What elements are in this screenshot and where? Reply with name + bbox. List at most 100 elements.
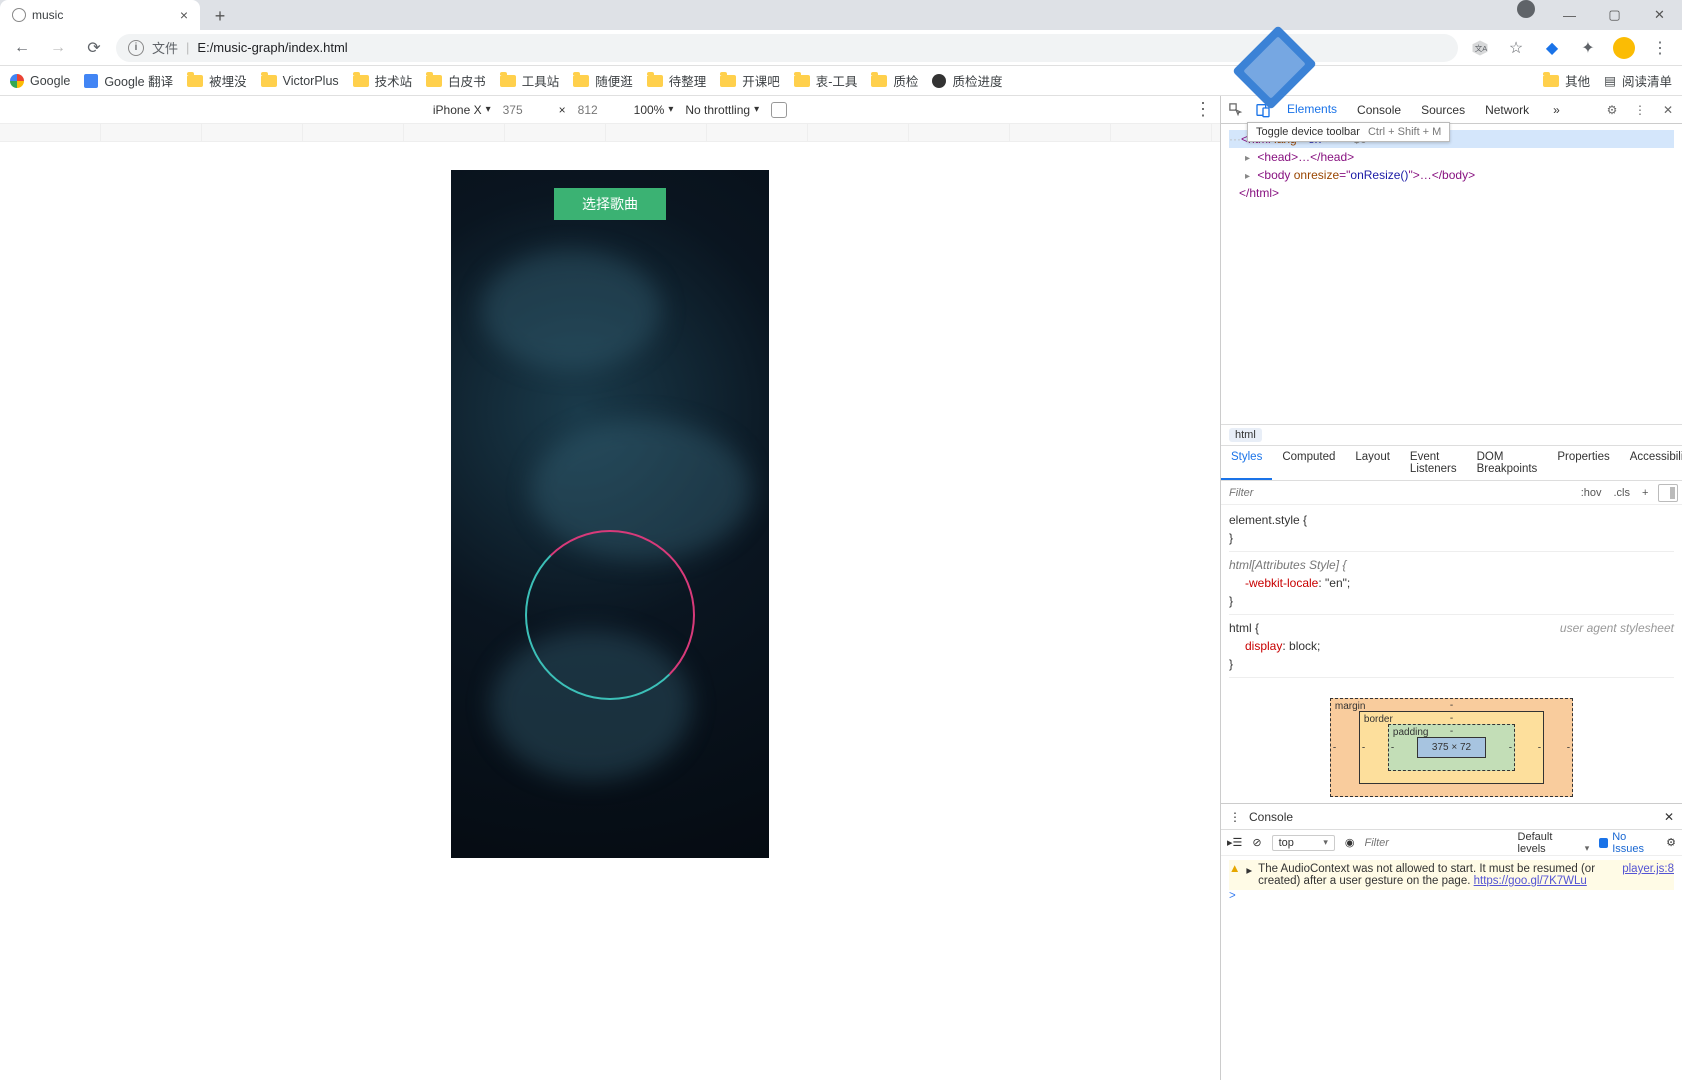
rule-html-attributes[interactable]: html[Attributes Style] { -webkit-locale:… [1229, 556, 1674, 615]
cls-toggle[interactable]: .cls [1608, 487, 1637, 499]
console-output[interactable]: ▲ ▸ The AudioContext was not allowed to … [1221, 856, 1682, 906]
translate-icon[interactable]: 文A [1466, 34, 1494, 62]
close-tab-icon[interactable]: × [180, 7, 188, 23]
zoom-select[interactable]: 100% [634, 103, 674, 117]
tabs-overflow[interactable]: » [1543, 96, 1570, 124]
drawer-tab-console[interactable]: Console [1249, 810, 1293, 824]
tab-elements[interactable]: Elements [1277, 96, 1347, 124]
bookmark-progress[interactable]: 质检进度 [932, 71, 1002, 90]
throttle-select[interactable]: No throttling [685, 103, 759, 117]
emulated-page[interactable]: 选择歌曲 [451, 170, 769, 858]
devtools-settings-icon[interactable]: ⚙ [1598, 96, 1626, 124]
device-width-input[interactable]: 375 [503, 103, 547, 117]
reading-list[interactable]: ▤阅读清单 [1604, 71, 1672, 90]
device-toolbar-menu-icon[interactable]: ⋮ [1194, 99, 1212, 120]
console-warning-row[interactable]: ▲ ▸ The AudioContext was not allowed to … [1229, 860, 1674, 890]
new-tab-button[interactable]: + [208, 4, 232, 28]
device-select[interactable]: iPhone X [433, 103, 491, 117]
bookmark-folder[interactable]: 开课吧 [720, 71, 780, 90]
bookmark-folder[interactable]: 技术站 [353, 71, 413, 90]
svg-text:文A: 文A [1475, 43, 1488, 53]
dom-node-body[interactable]: <body onresize="onResize()">…</body> [1245, 166, 1674, 184]
browser-tab[interactable]: music × [0, 0, 200, 30]
bookmark-folder[interactable]: 被埋没 [187, 71, 247, 90]
device-toolbar: iPhone X 375 × 812 100% No throttling ⋮ [0, 96, 1220, 124]
bookmark-star-icon[interactable]: ☆ [1502, 34, 1530, 62]
chrome-menu-icon[interactable]: ⋮ [1646, 34, 1674, 62]
maximize-button[interactable]: ▢ [1592, 0, 1637, 30]
bookmark-folder[interactable]: 工具站 [500, 71, 560, 90]
warning-doc-link[interactable]: https://goo.gl/7K7WLu [1474, 875, 1587, 887]
console-settings-icon[interactable]: ⚙ [1666, 836, 1676, 849]
devtools-indicator-icon[interactable]: ◆ [1538, 34, 1566, 62]
folder-icon [794, 75, 810, 87]
bookmark-folder[interactable]: 衷-工具 [794, 71, 858, 90]
styles-filter-row: :hov .cls + [1221, 481, 1682, 505]
log-levels-select[interactable]: Default levels [1518, 831, 1590, 855]
translate-bm-icon [84, 74, 98, 88]
bookmark-gtranslate[interactable]: Google 翻译 [84, 71, 173, 90]
tab-network[interactable]: Network [1475, 96, 1539, 124]
stab-computed[interactable]: Computed [1272, 446, 1345, 480]
bookmark-other[interactable]: 其他 [1543, 71, 1590, 90]
folder-icon [573, 75, 589, 87]
console-prompt[interactable]: > [1229, 890, 1674, 902]
devtools-menu-icon[interactable]: ⋮ [1626, 96, 1654, 124]
drawer-close-icon[interactable]: ✕ [1664, 810, 1674, 824]
dom-node-head[interactable]: <head>…</head> [1245, 148, 1674, 166]
bookmark-google[interactable]: Google [10, 74, 70, 88]
tab-console[interactable]: Console [1347, 96, 1411, 124]
back-button[interactable]: ← [8, 34, 36, 62]
minimize-button[interactable]: — [1547, 0, 1592, 30]
styles-filter-input[interactable] [1221, 487, 1575, 499]
bookmark-folder[interactable]: 待整理 [647, 71, 707, 90]
folder-icon [500, 75, 516, 87]
hov-toggle[interactable]: :hov [1575, 487, 1608, 499]
console-context-select[interactable]: top [1272, 835, 1335, 851]
live-expression-icon[interactable]: ◉ [1345, 836, 1355, 849]
avatar[interactable] [1610, 34, 1638, 62]
forward-button[interactable]: → [44, 34, 72, 62]
dom-node-html-close[interactable]: </html> [1239, 184, 1674, 202]
rule-element-style[interactable]: element.style { } [1229, 511, 1674, 552]
console-sidebar-icon[interactable]: ▸☰ [1227, 836, 1242, 849]
inspect-element-icon[interactable] [1221, 96, 1249, 124]
stab-layout[interactable]: Layout [1345, 446, 1400, 480]
bookmark-folder[interactable]: VictorPlus [261, 74, 339, 88]
drawer-menu-icon[interactable]: ⋮ [1229, 810, 1241, 824]
warning-source-link[interactable]: player.js:8 [1622, 863, 1674, 887]
rule-user-agent[interactable]: user agent stylesheet html { display: bl… [1229, 619, 1674, 678]
issues-badge[interactable]: No Issues [1599, 831, 1656, 855]
clear-console-icon[interactable]: ⊘ [1252, 836, 1261, 849]
toggle-sidebar-icon[interactable] [1658, 484, 1678, 502]
rotate-icon[interactable] [771, 102, 787, 118]
dom-breadcrumb[interactable]: html [1221, 424, 1682, 446]
stab-dombreakpoints[interactable]: DOM Breakpoints [1467, 446, 1548, 480]
close-window-button[interactable]: ✕ [1637, 0, 1682, 30]
select-song-button[interactable]: 选择歌曲 [554, 188, 666, 220]
bookmark-folder[interactable]: 质检 [871, 71, 918, 90]
box-model-content: 375 × 72 [1417, 737, 1486, 758]
devtools-close-icon[interactable]: ✕ [1654, 96, 1682, 124]
stab-properties[interactable]: Properties [1547, 446, 1619, 480]
stab-accessibility[interactable]: Accessibility [1620, 446, 1682, 480]
dom-tree[interactable]: ···<html lang="en"> == $0 <head>…</head>… [1221, 124, 1682, 424]
extensions-icon[interactable]: ✦ [1574, 34, 1602, 62]
devtools-tabbar: Toggle device toolbarCtrl + Shift + M El… [1221, 96, 1682, 124]
folder-icon [426, 75, 442, 87]
tab-sources[interactable]: Sources [1411, 96, 1475, 124]
site-info-icon[interactable]: i [128, 40, 144, 56]
box-model[interactable]: margin - - - border - - - padding - - - … [1221, 688, 1682, 803]
bookmark-folder[interactable]: 白皮书 [426, 71, 486, 90]
stab-eventlisteners[interactable]: Event Listeners [1400, 446, 1467, 480]
bookmark-folder[interactable]: 随便逛 [573, 71, 633, 90]
device-emulation-pane: iPhone X 375 × 812 100% No throttling ⋮ … [0, 96, 1220, 1080]
window-controls: — ▢ ✕ [1517, 0, 1682, 30]
stab-styles[interactable]: Styles [1221, 446, 1272, 480]
console-filter-input[interactable] [1365, 837, 1508, 849]
styles-rules[interactable]: element.style { } html[Attributes Style]… [1221, 505, 1682, 688]
new-rule-button[interactable]: + [1636, 487, 1654, 499]
reload-button[interactable]: ⟳ [80, 34, 108, 62]
profile-chip-icon[interactable] [1517, 0, 1535, 18]
device-height-input[interactable]: 812 [578, 103, 622, 117]
